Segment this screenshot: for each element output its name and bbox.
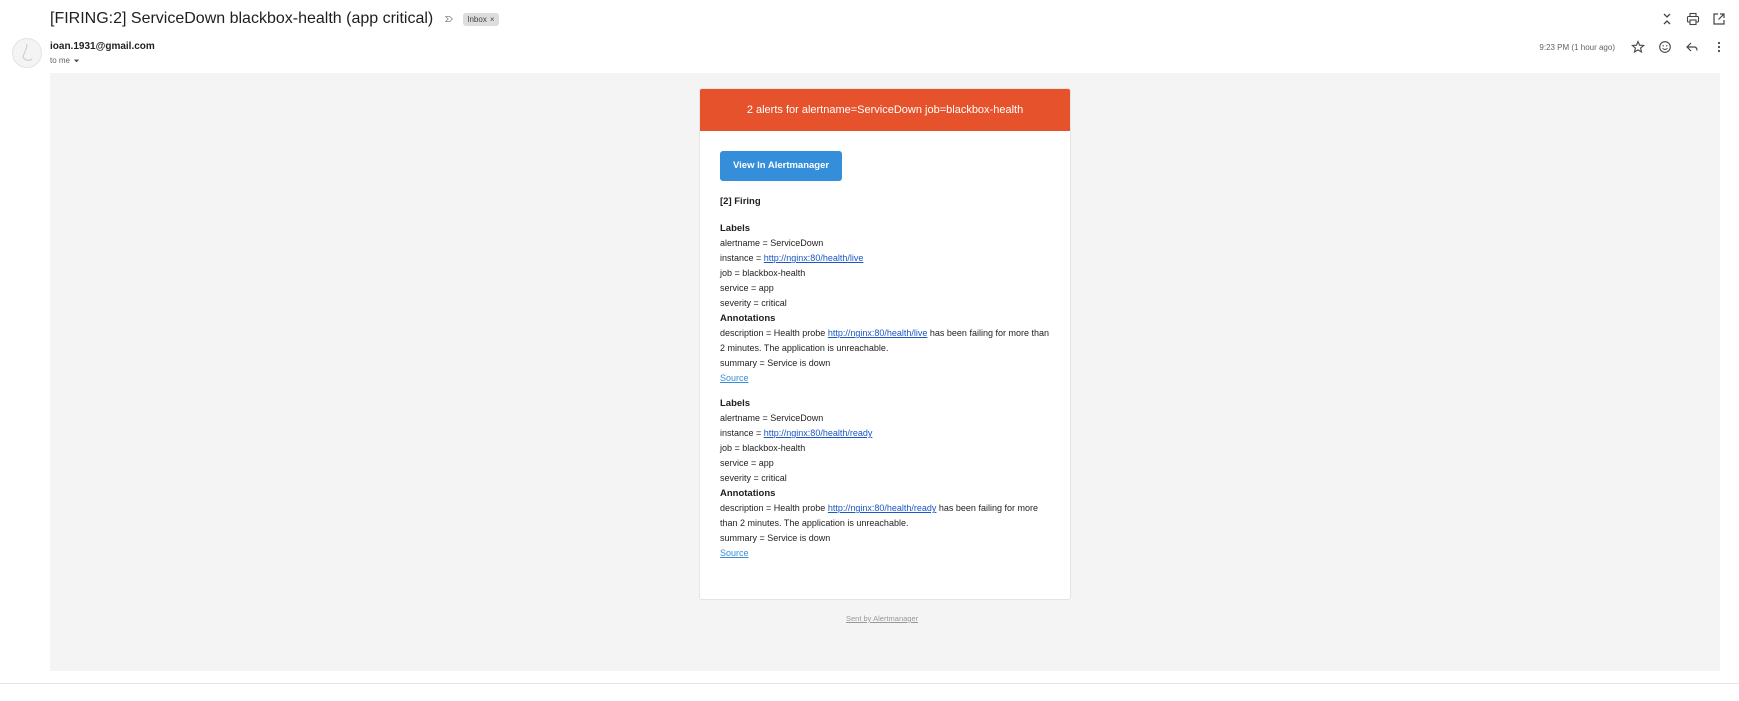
label-service: service = app: [720, 458, 774, 468]
email-subject: [FIRING:2] ServiceDown blackbox-health (…: [50, 10, 434, 27]
labels-title: Labels: [720, 398, 751, 409]
description-link[interactable]: http://nginx:80/health/ready: [828, 503, 937, 513]
open-new-window-icon[interactable]: [1709, 9, 1729, 29]
star-icon[interactable]: [1628, 37, 1648, 57]
instance-link[interactable]: http://nginx:80/health/ready: [764, 428, 873, 438]
alert-card-body: View In Alertmanager [2] Firing Labels a…: [700, 131, 1070, 561]
sent-by-alertmanager-link[interactable]: Sent by Alertmanager: [846, 614, 918, 623]
thread-actions: [1657, 9, 1729, 29]
annotations-title: Annotations: [720, 313, 776, 324]
label-severity: severity = critical: [720, 298, 787, 308]
label-instance: instance = http://nginx:80/health/ready: [720, 426, 1050, 441]
label-instance: instance = http://nginx:80/health/live: [720, 251, 1050, 266]
instance-link[interactable]: http://nginx:80/health/live: [764, 253, 864, 263]
alert-block: Labels alertname = ServiceDown instance …: [720, 396, 1050, 561]
recipient-toggle[interactable]: to me: [50, 56, 80, 65]
label-alertname: alertname = ServiceDown: [720, 413, 824, 423]
importance-marker-icon[interactable]: [443, 13, 455, 25]
subject-bar: [FIRING:2] ServiceDown blackbox-health (…: [50, 8, 499, 30]
alert-banner: 2 alerts for alertname=ServiceDown job=b…: [700, 89, 1070, 131]
print-icon[interactable]: [1683, 9, 1703, 29]
message-timestamp: 9:23 PM (1 hour ago): [1539, 42, 1615, 52]
sender-avatar[interactable]: [12, 38, 42, 68]
remove-label-icon[interactable]: ×: [490, 15, 495, 24]
label-alertname: alertname = ServiceDown: [720, 238, 824, 248]
labels-title: Labels: [720, 223, 751, 234]
message-actions: 9:23 PM (1 hour ago): [1539, 37, 1729, 57]
description-prefix: description = Health probe: [720, 328, 828, 338]
chevron-down-icon: [73, 59, 80, 63]
source-link[interactable]: Source: [720, 373, 749, 383]
inbox-label-chip[interactable]: Inbox ×: [463, 12, 499, 26]
more-vert-icon[interactable]: [1709, 37, 1729, 57]
alert-block: Labels alertname = ServiceDown instance …: [720, 221, 1050, 386]
divider: [0, 683, 1739, 684]
expand-collapse-icon[interactable]: [1657, 9, 1677, 29]
label-instance-key: instance =: [720, 428, 764, 438]
label-job: job = blackbox-health: [720, 443, 806, 453]
label-instance-key: instance =: [720, 253, 764, 263]
view-in-alertmanager-button[interactable]: View In Alertmanager: [720, 151, 843, 181]
emoji-icon[interactable]: [1655, 37, 1675, 57]
alert-card: 2 alerts for alertname=ServiceDown job=b…: [699, 88, 1071, 600]
source-link[interactable]: Source: [720, 548, 749, 558]
annotation-summary: summary = Service is down: [720, 358, 831, 368]
label-job: job = blackbox-health: [720, 268, 806, 278]
recipient-text: to me: [50, 56, 71, 65]
inbox-label-text: Inbox: [467, 14, 487, 24]
description-prefix: description = Health probe: [720, 503, 828, 513]
sender-email[interactable]: ioan.1931@gmail.com: [50, 41, 155, 52]
annotation-description: description = Health probe http://nginx:…: [720, 326, 1050, 356]
description-link[interactable]: http://nginx:80/health/live: [828, 328, 928, 338]
reply-icon[interactable]: [1682, 37, 1702, 57]
label-service: service = app: [720, 283, 774, 293]
firing-count: [2] Firing: [720, 196, 761, 207]
annotations-title: Annotations: [720, 488, 776, 499]
annotation-description: description = Health probe http://nginx:…: [720, 501, 1050, 531]
label-severity: severity = critical: [720, 473, 787, 483]
annotation-summary: summary = Service is down: [720, 533, 831, 543]
